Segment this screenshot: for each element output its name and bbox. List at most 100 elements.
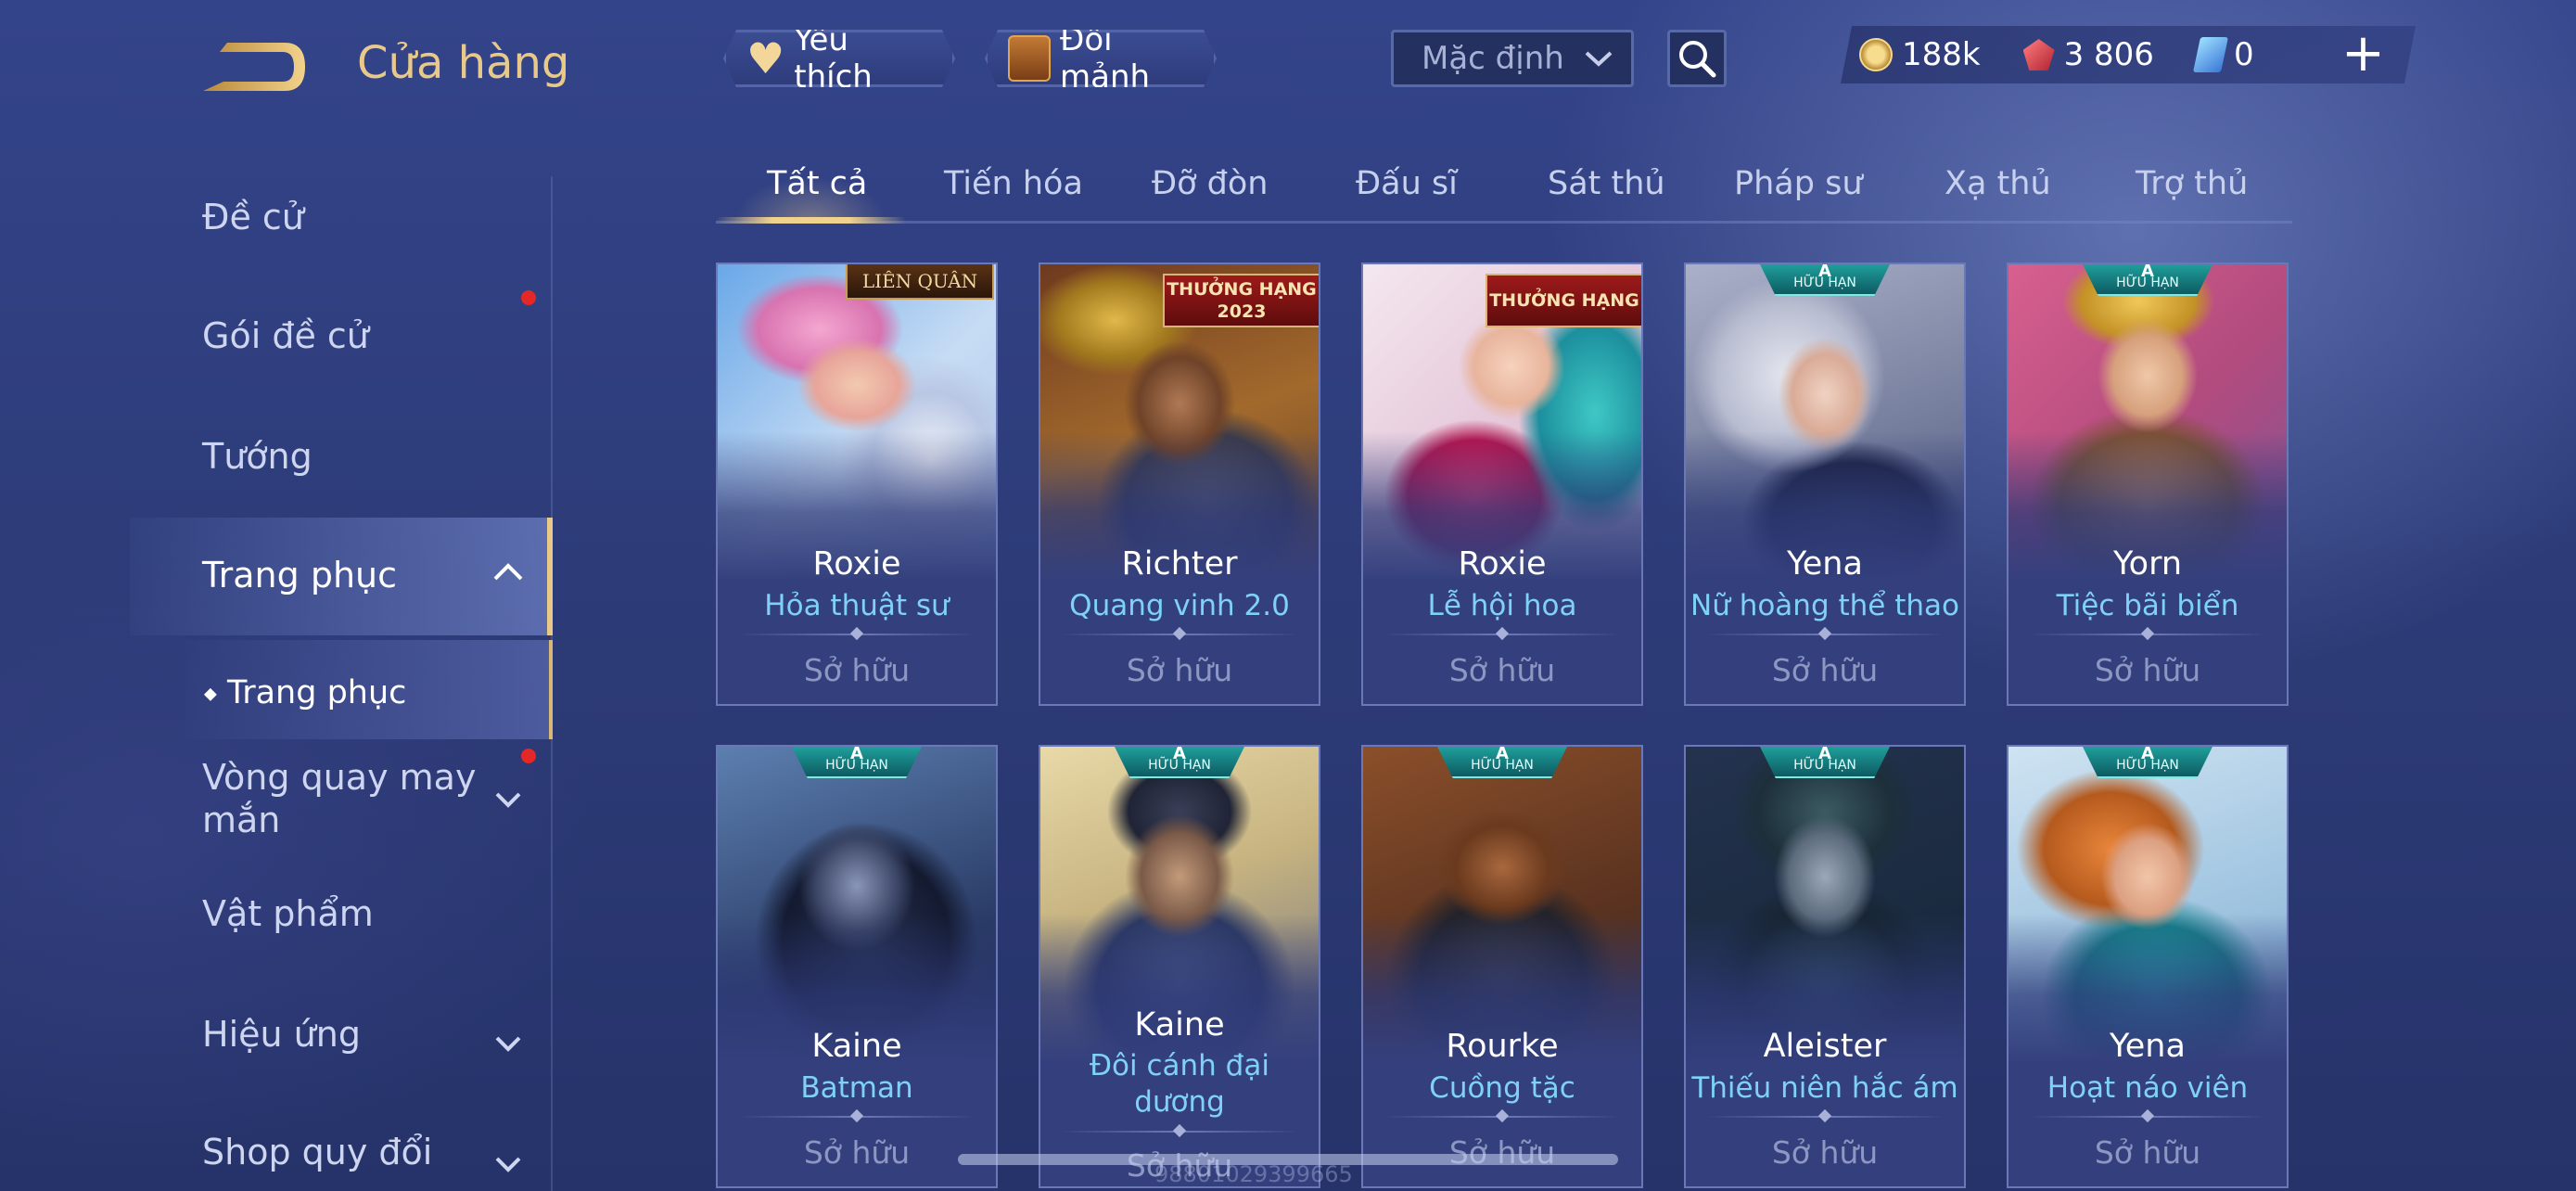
- diamond-bullet-icon: ◆: [204, 684, 217, 704]
- favorites-button[interactable]: ♥ Yêu thích: [723, 30, 955, 87]
- skin-name: Lễ hội hoa: [1427, 589, 1577, 622]
- skin-name: Nữ hoàng thể thao: [1690, 589, 1959, 622]
- sort-value: Mặc định: [1422, 40, 1564, 77]
- category-tabs: Tất cả Tiến hóa Đỡ đòn Đấu sĩ Sát thủ Ph…: [716, 148, 2292, 224]
- skin-card[interactable]: LIÊN QUÂN Roxie Hỏa thuật sư Sở hữu: [716, 263, 998, 706]
- limited-grade-badge: A HỮU HẠN: [1760, 747, 1890, 778]
- tab-assassin[interactable]: Sát thủ: [1548, 165, 1665, 202]
- skin-name: Thiếu niên hắc ám: [1691, 1071, 1958, 1105]
- owned-status: Sở hữu: [1126, 652, 1233, 688]
- favorites-label: Yêu thích: [794, 21, 873, 96]
- hero-name: Roxie: [1458, 545, 1547, 583]
- skin-name: Đôi cánh đại dương: [1090, 1049, 1269, 1119]
- sidebar-item-items[interactable]: Vật phẩm: [202, 893, 374, 934]
- exchange-shards-label: Đổi mảnh: [1060, 21, 1151, 96]
- sidebar-item-skins[interactable]: Trang phục: [202, 555, 397, 596]
- sidebar-subitem-skins[interactable]: ◆ Trang phục: [204, 674, 406, 711]
- sort-dropdown[interactable]: Mặc định: [1391, 30, 1634, 87]
- tab-baseline: [716, 221, 2292, 224]
- tab-active-underline: [716, 217, 906, 224]
- sidebar: Đề cử Gói đề cử Tướng Trang phục ◆ Trang…: [0, 0, 556, 1191]
- owned-status: Sở hữu: [2094, 1134, 2201, 1171]
- notification-dot: [521, 290, 536, 305]
- sidebar-item-heroes[interactable]: Tướng: [202, 436, 312, 477]
- skin-card[interactable]: A HỮU HẠN Yorn Tiệc bãi biển Sở hữu: [2007, 263, 2289, 706]
- owned-status: Sở hữu: [1771, 652, 1879, 688]
- chest-icon: [1008, 35, 1051, 82]
- skin-card[interactable]: THƯỞNG HẠNG Roxie Lễ hội hoa Sở hữu: [1361, 263, 1643, 706]
- limited-grade-badge: A HỮU HẠN: [1115, 747, 1244, 778]
- chevron-down-icon: [1583, 43, 1614, 75]
- gold-balance: 188k: [1859, 36, 1981, 73]
- limited-grade-badge: A HỮU HẠN: [2083, 264, 2213, 296]
- sidebar-item-lucky-wheel[interactable]: Vòng quay may mắn: [202, 756, 480, 841]
- tab-all[interactable]: Tất cả: [767, 165, 867, 202]
- skin-card[interactable]: A HỮU HẠN Kaine Đôi cánh đại dương Sở hữ…: [1039, 745, 1320, 1188]
- back-button[interactable]: [199, 37, 311, 97]
- skin-name: Batman: [800, 1071, 913, 1105]
- skin-card[interactable]: A HỮU HẠN Aleister Thiếu niên hắc ám Sở …: [1684, 745, 1966, 1188]
- skin-card[interactable]: A HỮU HẠN Yena Hoạt náo viên Sở hữu: [2007, 745, 2289, 1188]
- skin-card[interactable]: A HỮU HẠN Kaine Batman Sở hữu: [716, 745, 998, 1188]
- back-arrow-icon: [203, 43, 305, 91]
- sidebar-item-recommended-packs[interactable]: Gói đề cử: [202, 315, 369, 356]
- tab-support[interactable]: Trợ thủ: [2136, 165, 2248, 202]
- tab-marksman[interactable]: Xạ thủ: [1945, 165, 2051, 202]
- owned-status: Sở hữu: [1448, 652, 1556, 688]
- hero-name: Kaine: [1134, 1006, 1225, 1044]
- skin-name: Hoạt náo viên: [2047, 1071, 2249, 1105]
- hero-name: Aleister: [1763, 1028, 1887, 1065]
- card-separator: [1061, 1131, 1298, 1133]
- card-separator: [2029, 1116, 2266, 1118]
- gold-coin-icon: [1859, 38, 1893, 71]
- search-button[interactable]: [1667, 30, 1727, 87]
- owned-status: Sở hữu: [803, 652, 911, 688]
- tab-mage[interactable]: Pháp sư: [1734, 165, 1863, 202]
- card-separator: [1384, 634, 1621, 635]
- limited-grade-badge: A HỮU HẠN: [2083, 747, 2213, 778]
- chevron-up-icon[interactable]: [491, 555, 525, 590]
- card-separator: [2029, 634, 2266, 635]
- search-icon: [1679, 41, 1716, 78]
- owned-status: Sở hữu: [1771, 1134, 1879, 1171]
- skin-grid: LIÊN QUÂN Roxie Hỏa thuật sư Sở hữu THƯỞ…: [716, 263, 2292, 1191]
- card-separator: [1384, 1116, 1621, 1118]
- page-title: Cửa hàng: [357, 37, 570, 89]
- tab-fighter[interactable]: Đấu sĩ: [1356, 165, 1458, 202]
- card-separator: [1706, 634, 1944, 635]
- chevron-down-icon[interactable]: [493, 1146, 523, 1181]
- currency-bar: 188k 3 806 0: [1841, 26, 2416, 83]
- hero-name: Yorn: [2112, 545, 2183, 583]
- hero-name: Roxie: [812, 545, 901, 583]
- rank-reward-badge: THƯỞNG HẠNG 2023: [1163, 274, 1319, 327]
- heart-icon: ♥: [746, 33, 785, 83]
- sidebar-item-exchange-shop[interactable]: Shop quy đổi: [202, 1132, 432, 1172]
- sidebar-item-recommended[interactable]: Đề cử: [202, 197, 304, 237]
- skin-name: Cuồng tặc: [1429, 1071, 1575, 1105]
- hero-name: Kaine: [811, 1028, 902, 1065]
- skin-name: Tiệc bãi biển: [2056, 589, 2239, 622]
- tab-tank[interactable]: Đỡ đòn: [1152, 165, 1268, 202]
- owned-status: Sở hữu: [1448, 1134, 1556, 1171]
- ruby-gem-icon: [2023, 39, 2055, 70]
- card-separator: [738, 634, 976, 635]
- card-separator: [1706, 1116, 1944, 1118]
- voucher-icon: [2193, 37, 2228, 72]
- owned-status: Sở hữu: [2094, 652, 2201, 688]
- hero-name: Yena: [1787, 545, 1863, 583]
- exchange-shards-button[interactable]: Đổi mảnh: [985, 30, 1217, 87]
- limited-grade-badge: A HỮU HẠN: [792, 747, 922, 778]
- limited-grade-badge: A HỮU HẠN: [1437, 747, 1567, 778]
- skin-card[interactable]: A HỮU HẠN Rourke Cuồng tặc Sở hữu: [1361, 745, 1643, 1188]
- card-separator: [738, 1116, 976, 1118]
- sidebar-item-effects[interactable]: Hiệu ứng: [202, 1014, 361, 1055]
- rank-reward-badge: THƯỞNG HẠNG: [1486, 274, 1641, 327]
- chevron-down-icon[interactable]: [493, 781, 523, 816]
- add-currency-button[interactable]: +: [2341, 28, 2385, 80]
- card-separator: [1061, 634, 1298, 635]
- chevron-down-icon[interactable]: [493, 1025, 523, 1060]
- skin-card[interactable]: THƯỞNG HẠNG 2023 Richter Quang vinh 2.0 …: [1039, 263, 1320, 706]
- skin-card[interactable]: A HỮU HẠN Yena Nữ hoàng thể thao Sở hữu: [1684, 263, 1966, 706]
- tab-evolution[interactable]: Tiến hóa: [944, 165, 1083, 202]
- hero-name: Rourke: [1446, 1028, 1559, 1065]
